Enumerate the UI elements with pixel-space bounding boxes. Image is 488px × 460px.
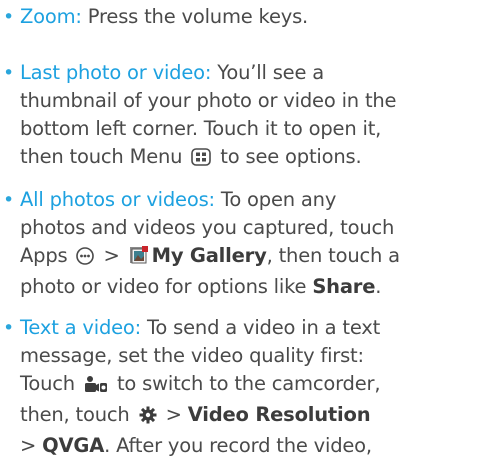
text: Touch (20, 372, 81, 395)
camcorder-switch-icon (84, 373, 108, 401)
line: photos and videos you captured, touch (20, 216, 395, 239)
line: then, touch > Video Resolution (20, 401, 380, 432)
list-item-zoom: • Zoom: Press the volume keys. (0, 3, 308, 31)
apps-icon (76, 245, 95, 273)
gallery-icon (129, 245, 149, 273)
settings-gear-icon (139, 404, 157, 432)
line: > QVGA. After you record the video, (20, 432, 380, 460)
line: All photos or videos: To open any (20, 186, 400, 214)
term-last-photo: Last photo or video: (20, 61, 212, 84)
term-zoom: Zoom: (20, 5, 82, 28)
bullet-dot: • (3, 6, 15, 28)
text: . After you record the video, (104, 434, 372, 457)
manual-page: • Zoom: Press the volume keys. • Last ph… (0, 0, 488, 457)
line: then touch Menu to see options. (20, 143, 396, 174)
line: Touch to switch to the camcorder, (20, 370, 381, 401)
line: Text a video: To send a video in a text (20, 314, 380, 342)
text: To send a video in a text (141, 316, 381, 339)
line: Last photo or video: You’ll see a (20, 59, 396, 87)
line: thumbnail of your photo or video in the (20, 89, 397, 112)
text: You’ll see a (211, 61, 324, 84)
menu-icon (191, 146, 212, 174)
text: Apps (20, 244, 74, 267)
text: to see options. (214, 145, 362, 168)
term-text-video: Text a video: (20, 316, 142, 339)
text: > (20, 434, 43, 457)
list-item-all-photos: • All photos or videos: To open any phot… (0, 186, 400, 301)
line: Zoom: Press the volume keys. (20, 3, 308, 31)
text: To open any (214, 188, 337, 211)
text: to switch to the camcorder, (110, 372, 381, 395)
text: Press the volume keys. (81, 5, 309, 28)
text: > (97, 244, 126, 267)
text: then touch Menu (20, 145, 189, 168)
line: Apps > My Gallery, then touch a (20, 242, 400, 273)
term-all-photos: All photos or videos: (20, 188, 215, 211)
text: photo or video for options like (20, 275, 313, 298)
line: bottom left corner. Touch it to open it, (20, 117, 382, 140)
list-item-text-video: • Text a video: To send a video in a tex… (0, 314, 381, 460)
line: message, set the video quality first: (20, 344, 364, 367)
bullet-dot: • (3, 62, 15, 84)
list-item-last-photo: • Last photo or video: You’ll see a thum… (0, 59, 397, 174)
text: . (375, 275, 382, 298)
gallery-label: My Gallery (151, 244, 267, 267)
text: then, touch (20, 403, 136, 426)
text: > (159, 403, 188, 426)
qvga-label: QVGA (42, 434, 105, 457)
line: photo or video for options like Share. (20, 273, 400, 301)
text: , then touch a (266, 244, 401, 267)
bullet-dot: • (3, 317, 15, 339)
share-label: Share (312, 275, 376, 298)
bullet-dot: • (3, 189, 15, 211)
video-resolution-label: Video Resolution (187, 403, 371, 426)
